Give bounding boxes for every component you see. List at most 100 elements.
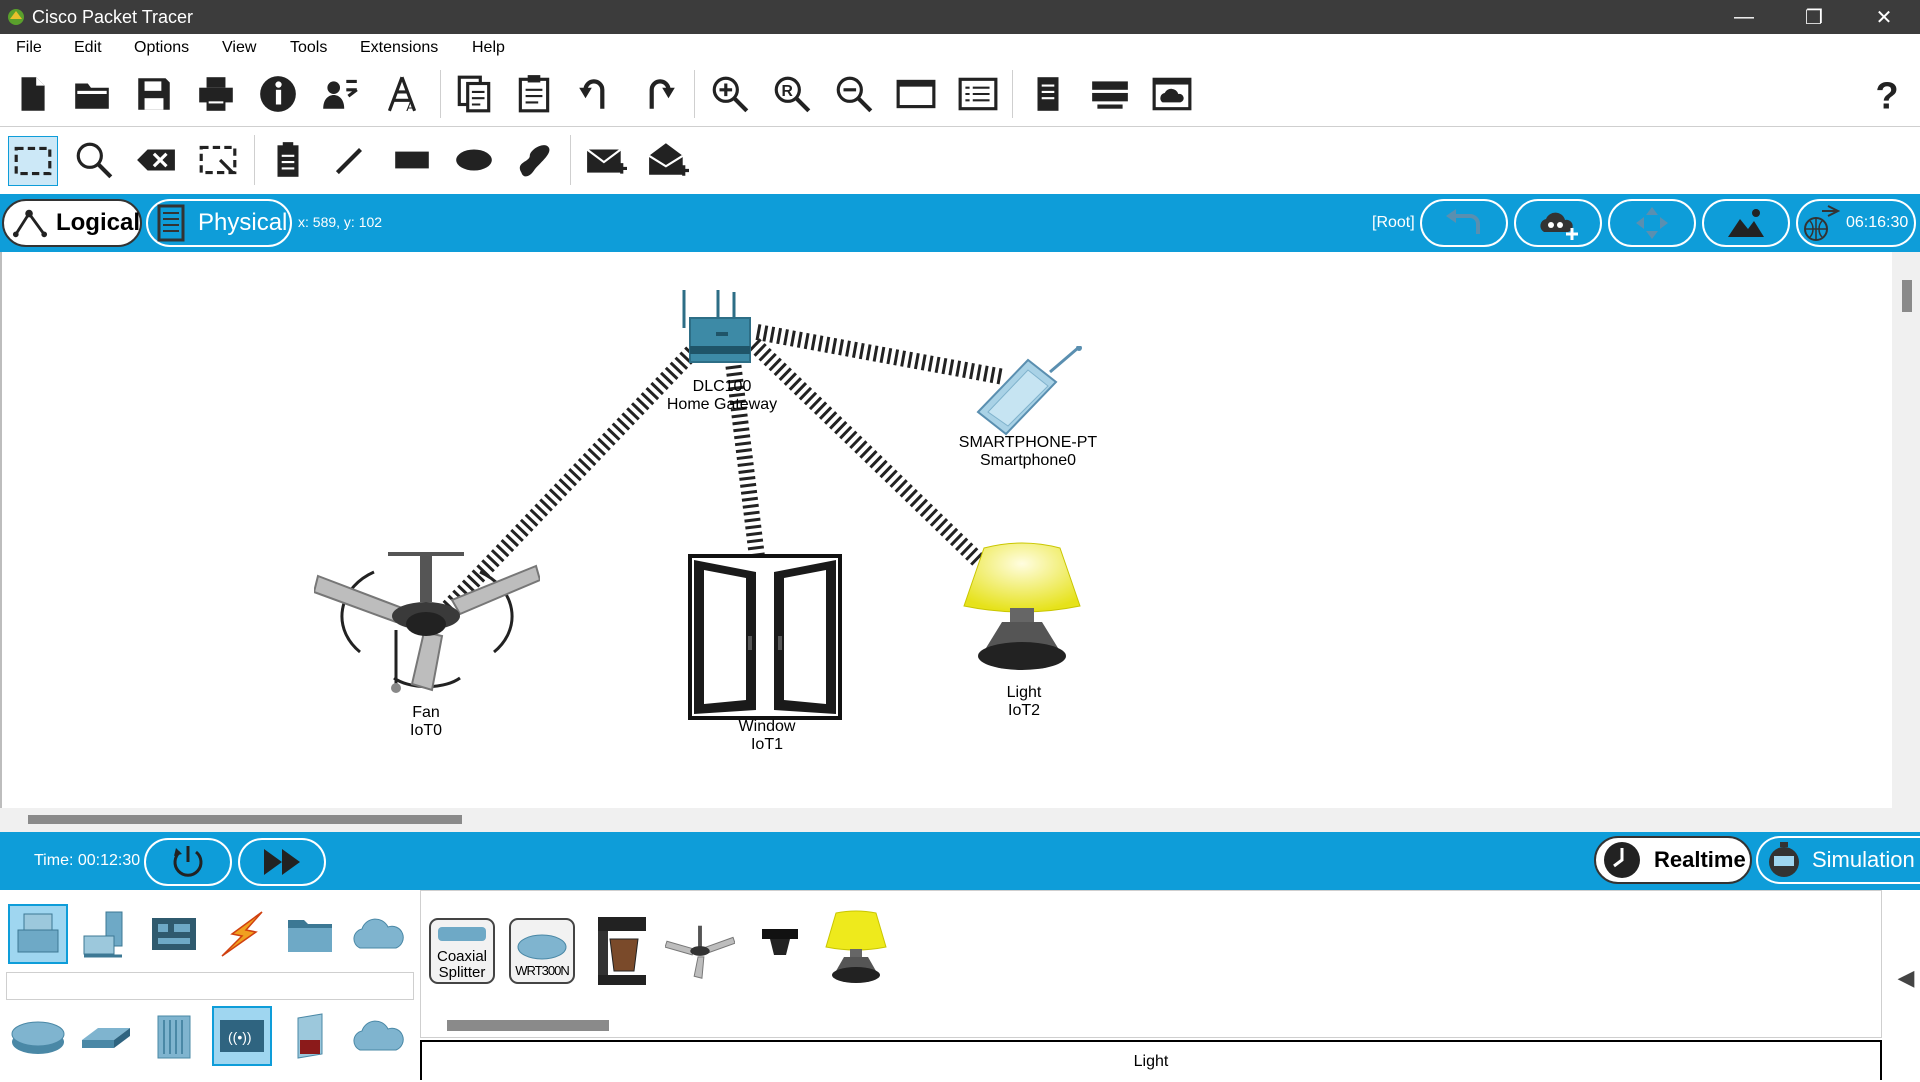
title-bar: Cisco Packet Tracer — ❐ ✕ xyxy=(0,0,1920,34)
logical-tab[interactable]: Logical xyxy=(2,199,142,247)
select-tool[interactable] xyxy=(8,136,58,186)
paste-icon xyxy=(518,75,550,113)
undo-button[interactable] xyxy=(572,70,620,118)
subcategory-hubs[interactable] xyxy=(144,1006,204,1066)
activity-wizard-button[interactable] xyxy=(254,70,302,118)
undo-icon xyxy=(579,79,605,109)
menu-file[interactable]: File xyxy=(16,39,42,57)
minimize-button[interactable]: — xyxy=(1716,0,1772,34)
close-button[interactable]: ✕ xyxy=(1856,0,1912,34)
print-button[interactable] xyxy=(192,70,240,118)
ceiling-fan-device[interactable] xyxy=(314,552,540,704)
device-list-scrollbar-thumb[interactable] xyxy=(447,1020,609,1031)
zoom-in-button[interactable] xyxy=(706,70,754,118)
delete-tool[interactable] xyxy=(132,136,180,184)
subcategory-security[interactable] xyxy=(280,1006,340,1066)
restore-button[interactable]: ❐ xyxy=(1786,0,1842,34)
category-search-box[interactable] xyxy=(6,972,414,1000)
category-miscellaneous[interactable] xyxy=(280,904,340,964)
copy-button[interactable] xyxy=(450,70,498,118)
menu-view[interactable]: View xyxy=(222,39,256,57)
pdu-list-button[interactable] xyxy=(1024,70,1072,118)
wireless-link-light xyxy=(748,338,986,568)
menu-bar: File Edit Options View Tools Extensions … xyxy=(0,34,1920,62)
drawing-palette-button[interactable] xyxy=(892,70,940,118)
category-end-devices[interactable] xyxy=(76,904,136,964)
device-ceiling-fan[interactable] xyxy=(665,915,735,987)
root-label[interactable]: [Root] xyxy=(1372,214,1415,232)
zoom-reset-button[interactable]: R xyxy=(768,70,816,118)
zoom-out-button[interactable] xyxy=(830,70,878,118)
zoom-out-icon xyxy=(836,76,873,113)
power-cycle-icon xyxy=(173,846,203,877)
set-background-button[interactable] xyxy=(1702,199,1790,247)
new-cluster-button[interactable] xyxy=(1514,199,1602,247)
logical-workspace-canvas[interactable]: DLC100 Home Gateway SMARTPHONE-PT Smartp… xyxy=(0,252,1892,808)
open-button[interactable] xyxy=(68,70,116,118)
menu-edit[interactable]: Edit xyxy=(74,39,102,57)
redo-button[interactable] xyxy=(634,70,682,118)
category-connections[interactable] xyxy=(212,904,272,964)
device-manager-button[interactable] xyxy=(1086,70,1134,118)
subcategory-switches[interactable] xyxy=(76,1006,136,1066)
help-button[interactable]: ? xyxy=(1862,70,1910,118)
draw-line-tool[interactable] xyxy=(326,136,374,184)
network-information-button[interactable] xyxy=(316,70,364,118)
fast-forward-button[interactable] xyxy=(238,838,326,886)
vertical-scrollbar[interactable] xyxy=(1892,252,1920,832)
device-coffee-maker[interactable] xyxy=(587,915,657,987)
device-coaxial-splitter[interactable]: Coaxial Splitter xyxy=(427,915,497,987)
category-components[interactable] xyxy=(144,904,204,964)
category-network-devices[interactable] xyxy=(8,904,68,964)
viewport-clock[interactable]: 06:16:30 xyxy=(1796,199,1916,247)
realtime-mode-button[interactable]: Realtime xyxy=(1594,836,1752,884)
selected-device-name: Light xyxy=(420,1040,1882,1080)
power-cycle-button[interactable] xyxy=(144,838,232,886)
svg-text:A: A xyxy=(406,100,415,114)
vertical-scrollbar-thumb[interactable] xyxy=(1902,280,1912,312)
custom-device-dialog-button[interactable] xyxy=(954,70,1002,118)
subcategory-wan-emulation[interactable] xyxy=(348,1006,408,1066)
draw-rectangle-tool[interactable] xyxy=(388,136,436,184)
move-object-button[interactable] xyxy=(1608,199,1696,247)
physical-tab[interactable]: Physical xyxy=(146,199,292,247)
collapse-panel-arrow-icon[interactable]: ◀ xyxy=(1892,965,1920,1005)
paste-button[interactable] xyxy=(510,70,558,118)
subcategory-routers[interactable] xyxy=(8,1006,68,1066)
horizontal-scrollbar-thumb[interactable] xyxy=(28,815,462,824)
menu-options[interactable]: Options xyxy=(134,39,189,57)
minimize-icon: — xyxy=(1734,5,1754,28)
device-lamp[interactable] xyxy=(821,910,891,983)
topology-icon xyxy=(12,209,48,238)
save-button[interactable] xyxy=(130,70,178,118)
inspect-tool[interactable] xyxy=(70,136,118,184)
end-devices-icon xyxy=(83,911,123,958)
freeform-tool[interactable] xyxy=(510,136,558,184)
subcategory-wireless-devices[interactable]: ((•)) xyxy=(212,1006,272,1066)
custom-devices-button[interactable]: A xyxy=(378,70,426,118)
wan-cloud-icon xyxy=(353,1020,404,1051)
device-camera[interactable] xyxy=(745,909,815,981)
menu-extensions[interactable]: Extensions xyxy=(360,39,438,57)
place-note-tool[interactable] xyxy=(264,136,312,184)
network-devices-icon xyxy=(17,913,59,953)
category-multiuser[interactable] xyxy=(348,904,408,964)
resize-shape-tool[interactable] xyxy=(194,136,242,184)
cloud-view-button[interactable] xyxy=(1148,70,1196,118)
add-simple-pdu-tool[interactable] xyxy=(582,136,630,184)
save-icon xyxy=(138,78,170,110)
add-complex-pdu-tool[interactable] xyxy=(644,136,692,184)
menu-tools[interactable]: Tools xyxy=(290,39,327,57)
draw-ellipse-tool[interactable] xyxy=(450,136,498,184)
menu-help[interactable]: Help xyxy=(472,39,505,57)
smartphone-device[interactable] xyxy=(970,346,1088,438)
home-gateway-device[interactable] xyxy=(682,288,756,368)
fan-label: Fan IoT0 xyxy=(410,704,442,740)
device-wrt300n[interactable]: WRT300N xyxy=(507,915,577,987)
smartphone-label: SMARTPHONE-PT Smartphone0 xyxy=(959,434,1097,470)
simulation-mode-button[interactable]: Simulation xyxy=(1756,836,1920,884)
window-device[interactable] xyxy=(688,554,842,720)
back-button[interactable] xyxy=(1420,199,1508,247)
new-button[interactable] xyxy=(8,70,56,118)
lamp-device[interactable] xyxy=(962,540,1082,676)
